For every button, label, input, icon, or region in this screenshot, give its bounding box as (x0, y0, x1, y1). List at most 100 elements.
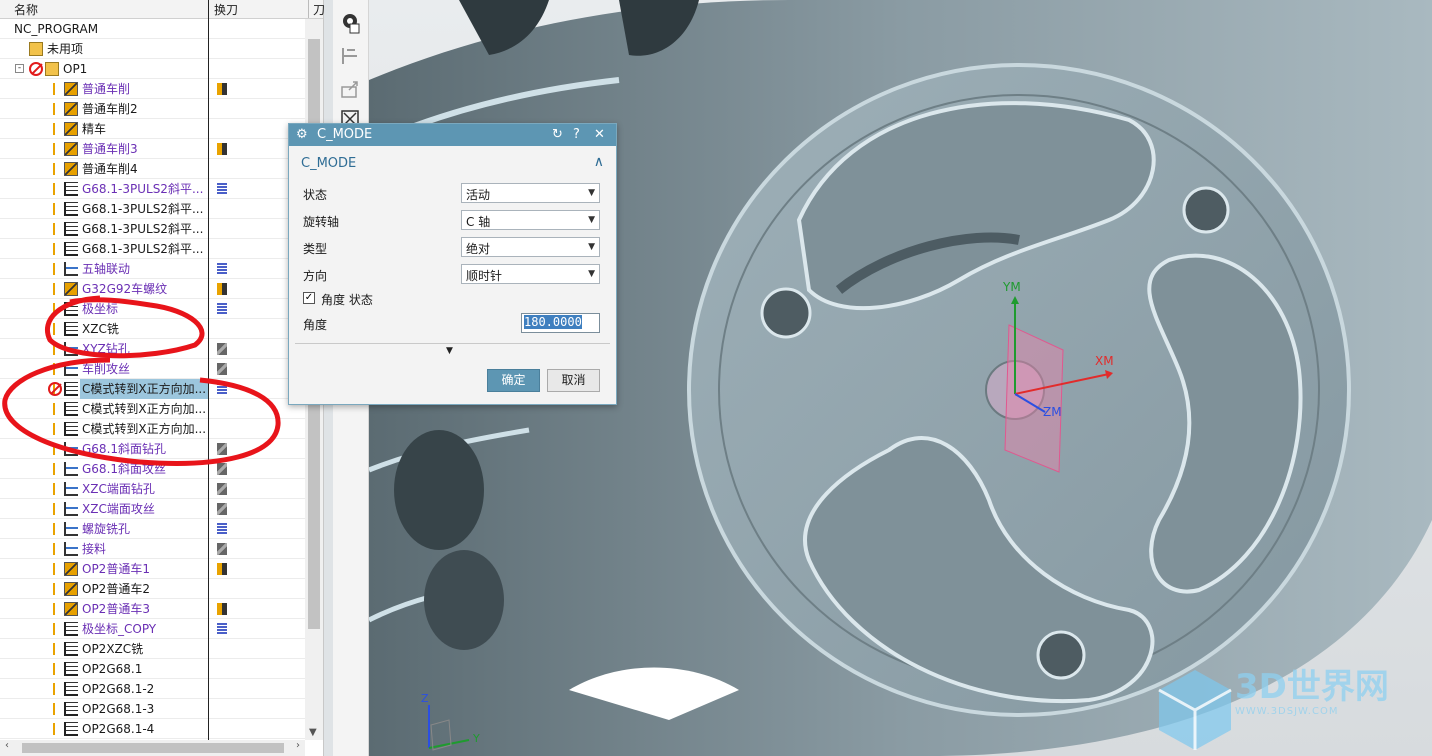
tree-row[interactable]: G32G92车螺纹 (0, 279, 305, 299)
column-header-name[interactable]: 名称 (14, 1, 38, 18)
tree-row[interactable]: XZC端面钻孔 (0, 479, 305, 499)
milling-operation-icon (64, 462, 78, 476)
state-value: 活动 (466, 188, 491, 202)
column-header-tool-change[interactable]: 换刀 (214, 1, 238, 18)
gear-icon[interactable]: ⚙ (296, 127, 308, 142)
status-mark-icon (53, 263, 55, 275)
tree-row[interactable]: C模式转到X正方向加... (0, 419, 305, 439)
tree-row[interactable]: XZC端面攻丝 (0, 499, 305, 519)
tree-row[interactable]: OP2G68.1-4 (0, 719, 305, 739)
type-select[interactable]: 绝对 ▼ (461, 237, 600, 257)
milling-operation-icon (64, 362, 78, 376)
group-header[interactable]: C_MODE (301, 156, 356, 171)
milling-operation-icon (64, 382, 78, 396)
tree-row[interactable]: G68.1-3PULS2斜平... (0, 239, 305, 259)
tree-row[interactable]: - OP1 (0, 59, 305, 79)
scroll-down-icon[interactable]: ▼ (309, 727, 317, 738)
tree-row[interactable]: C模式转到X正方向加... (0, 379, 305, 399)
status-mark-icon (53, 543, 55, 555)
tree-row[interactable]: G68.1-3PULS2斜平... (0, 199, 305, 219)
tree-row[interactable]: 五轴联动 (0, 259, 305, 279)
tree-row[interactable]: G68.1-3PULS2斜平... (0, 179, 305, 199)
tree-row[interactable]: XZC铣 (0, 319, 305, 339)
column-divider (308, 0, 309, 18)
tree-row[interactable]: 精车 (0, 119, 305, 139)
c-mode-dialog: ⚙ C_MODE ↻ ? ✕ C_MODE ∧ 状态 活动 ▼ 旋转轴 C 轴 ▼ … (288, 123, 617, 405)
rotation-axis-select[interactable]: C 轴 ▼ (461, 210, 600, 230)
state-select[interactable]: 活动 ▼ (461, 183, 600, 203)
tree-row-label: 极坐标 (82, 302, 119, 316)
tree-row-label: C模式转到X正方向加... (80, 379, 209, 399)
tree-row-label: 车削攻丝 (82, 362, 131, 376)
tool-change-icon (217, 563, 227, 575)
reset-icon[interactable]: ↻ (552, 127, 563, 142)
view-visibility-icon[interactable] (339, 12, 361, 34)
tree-row[interactable]: 车削攻丝 (0, 359, 305, 379)
tree-row[interactable]: OP2XZC铣 (0, 639, 305, 659)
help-icon[interactable]: ? (573, 127, 580, 142)
tree-row[interactable]: 螺旋铣孔 (0, 519, 305, 539)
turning-operation-icon (64, 562, 78, 576)
tree-row[interactable]: 接料 (0, 539, 305, 559)
angle-input[interactable]: 180.0000 (521, 313, 600, 333)
scrollbar-thumb[interactable] (22, 743, 284, 753)
tree-row[interactable]: C模式转到X正方向加... (0, 399, 305, 419)
scroll-left-icon[interactable]: ‹ (5, 740, 9, 751)
collapse-toggle-icon[interactable]: - (15, 64, 24, 73)
tree-row[interactable]: XYZ钻孔 (0, 339, 305, 359)
tree-row[interactable]: 未用项 (0, 39, 305, 59)
cancel-button[interactable]: 取消 (547, 369, 600, 392)
tree-row[interactable]: OP2普通车1 (0, 559, 305, 579)
tree-row-label: G68.1-3PULS2斜平... (82, 242, 204, 256)
tree-row-label: C模式转到X正方向加... (82, 422, 207, 436)
watermark: 3D世界网 WWW.3DSJW.COM (1235, 668, 1425, 717)
angle-state-checkbox[interactable]: ✓ (303, 292, 315, 304)
scroll-right-icon[interactable]: › (296, 740, 300, 751)
tool-change-icon (217, 83, 227, 95)
status-mark-icon (53, 603, 55, 615)
tree-row-label: 未用项 (47, 42, 84, 56)
tree-row-label: OP2G68.1-2 (82, 682, 155, 696)
tree-row[interactable]: NC_PROGRAM (0, 19, 305, 39)
tool-change-icon (217, 603, 227, 615)
status-mark-icon (53, 343, 55, 355)
more-options-icon[interactable]: ▼ (446, 346, 453, 356)
tree-row-label: OP1 (63, 62, 88, 76)
close-icon[interactable]: ✕ (594, 127, 605, 142)
tree-row[interactable]: OP2普通车2 (0, 579, 305, 599)
ok-button[interactable]: 确定 (487, 369, 540, 392)
tree-row[interactable]: G68.1斜面攻丝 (0, 459, 305, 479)
status-mark-icon (53, 463, 55, 475)
tree-row-label: 普通车削3 (82, 142, 138, 156)
tree-row-label: OP2G68.1-3 (82, 702, 155, 716)
tree-row[interactable]: 普通车削3 (0, 139, 305, 159)
tree-row[interactable]: G68.1-3PULS2斜平... (0, 219, 305, 239)
tree-row[interactable]: 极坐标_COPY (0, 619, 305, 639)
status-mark-icon (53, 203, 55, 215)
tree-row[interactable]: OP2G68.1-3 (0, 699, 305, 719)
tree-row[interactable]: 普通车削2 (0, 99, 305, 119)
horizontal-scrollbar[interactable]: ‹ › (0, 740, 305, 756)
dialog-titlebar[interactable]: ⚙ C_MODE ↻ ? ✕ (289, 124, 616, 146)
tool-change-icon (217, 503, 227, 515)
milling-operation-icon (64, 242, 78, 256)
milling-operation-icon (64, 302, 78, 316)
export-icon[interactable] (339, 78, 361, 100)
tree-row[interactable]: 普通车削 (0, 79, 305, 99)
milling-operation-icon (64, 402, 78, 416)
tool-change-icon (217, 363, 227, 375)
collapse-caret-icon[interactable]: ∧ (594, 154, 604, 170)
tree-row[interactable]: 普通车削4 (0, 159, 305, 179)
tree-row-label: OP2普通车1 (82, 562, 150, 576)
milling-operation-icon (64, 342, 78, 356)
tree-row[interactable]: OP2普通车3 (0, 599, 305, 619)
tree-row[interactable]: G68.1斜面钻孔 (0, 439, 305, 459)
status-mark-icon (53, 103, 55, 115)
turning-operation-icon (64, 82, 78, 96)
tree-row[interactable]: OP2G68.1-2 (0, 679, 305, 699)
tree-row[interactable]: 极坐标 (0, 299, 305, 319)
column-header-tool[interactable]: 刀 (313, 1, 325, 18)
tree-row[interactable]: OP2G68.1 (0, 659, 305, 679)
tool-path-icon[interactable] (339, 44, 361, 66)
direction-select[interactable]: 顺时针 ▼ (461, 264, 600, 284)
